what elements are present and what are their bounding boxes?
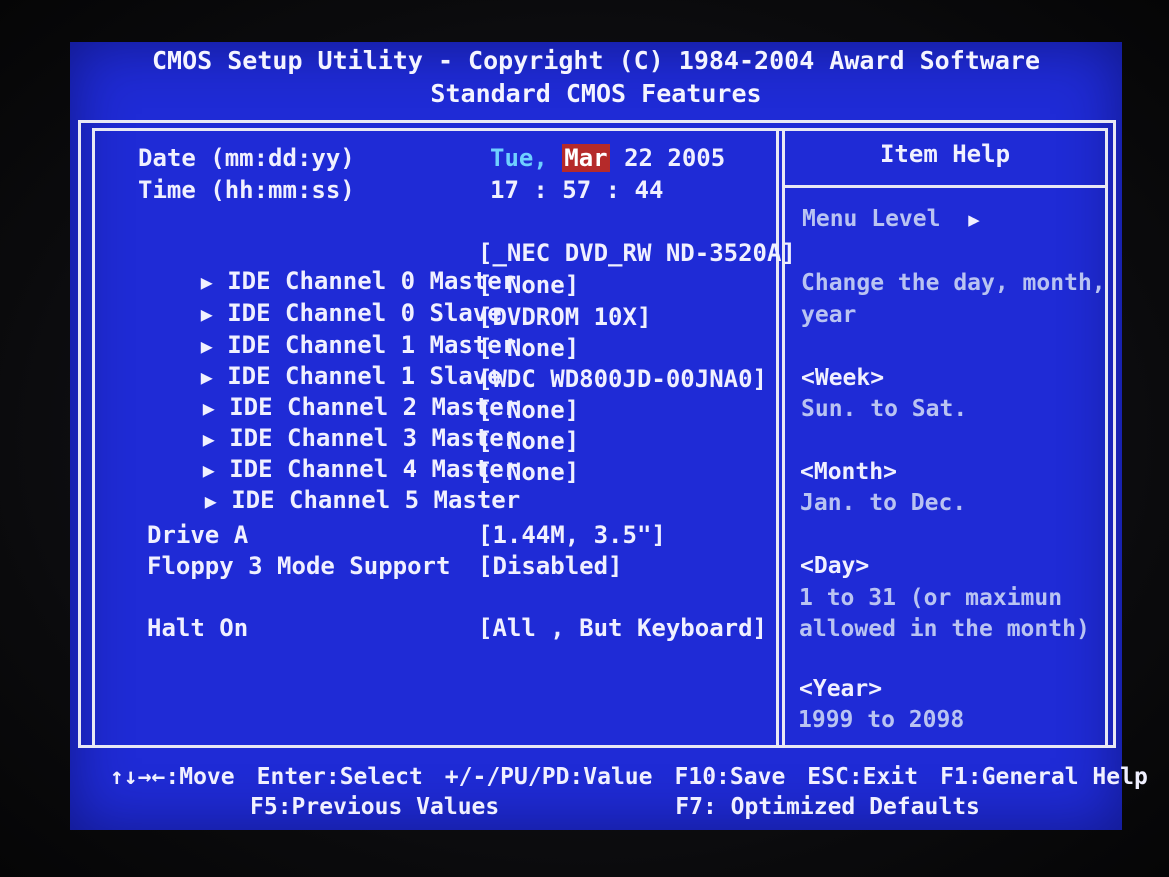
ide-channel-3-master-value[interactable]: [ None] (478, 396, 579, 424)
utility-title: CMOS Setup Utility - Copyright (C) 1984-… (151, 46, 1041, 75)
floppy-3-mode-value[interactable]: [Disabled] (478, 552, 623, 580)
halt-on-label: Halt On (147, 614, 249, 642)
footer-save-hint: F10:Save (674, 764, 786, 790)
date-month-field[interactable]: Mar (562, 144, 610, 172)
date-label: Date (mm:dd:yy) (138, 144, 355, 172)
footer-keys-row-1: ↑↓→←:Move Enter:Select +/-/PU/PD:Value F10:… (110, 764, 1148, 790)
help-day-text: allowed in the month) (799, 616, 1090, 642)
help-week-key: <Week> (801, 365, 885, 391)
ide-channel-0-slave-value[interactable]: [ None] (478, 271, 579, 299)
help-panel-divider (776, 128, 779, 748)
menu-level-label: Menu Level (802, 206, 941, 232)
menu-level-arrow-icon: ▶ (968, 209, 980, 231)
help-header-rule (782, 185, 1108, 188)
help-text-line: Change the day, month, (801, 270, 1106, 296)
ide-channel-2-master-value[interactable]: [WDC WD800JD-00JNA0] (478, 365, 767, 393)
item-help-title: Item Help (879, 140, 1011, 168)
date-day-year[interactable]: 22 2005 (624, 144, 725, 172)
drive-a-label: Drive A (147, 521, 249, 549)
footer-optimized-hint: F7: Optimized Defaults (675, 794, 980, 820)
footer-value-hint: +/-/PU/PD:Value (444, 764, 653, 790)
help-year-text: 1999 to 2098 (798, 707, 965, 733)
date-day-of-week: Tue, (490, 144, 548, 172)
ide-channel-4-master-value[interactable]: [ None] (478, 427, 579, 455)
page-title: Standard CMOS Features (430, 79, 762, 108)
submenu-arrow-icon: ▶ (204, 489, 217, 513)
footer-move-hint: ↑↓→←:Move (110, 764, 235, 790)
ide-channel-5-master-value[interactable]: [ None] (478, 458, 579, 486)
halt-on-value[interactable]: [All , But Keyboard] (478, 614, 767, 642)
menu-level-line: Menu Level ▶ (802, 206, 980, 232)
help-day-key: <Day> (800, 553, 870, 579)
ide-channel-label: IDE Channel 5 Master (231, 486, 521, 514)
time-field[interactable]: 17 : 57 : 44 (490, 176, 663, 204)
footer-previous-hint: F5:Previous Values (250, 794, 500, 820)
ide-channel-0-master-value[interactable]: [_NEC DVD_RW ND-3520A] (478, 239, 796, 267)
footer-exit-hint: ESC:Exit (807, 764, 919, 790)
footer-help-hint: F1:General Help (940, 764, 1148, 790)
ide-channel-1-slave-value[interactable]: [ None] (478, 334, 579, 362)
bios-screen: CMOS Setup Utility - Copyright (C) 1984-… (70, 42, 1148, 830)
ide-channel-1-master-value[interactable]: [DVDROM 10X] (478, 303, 651, 331)
help-day-text: 1 to 31 (or maximun (799, 585, 1063, 611)
drive-a-value[interactable]: [1.44M, 3.5"] (478, 521, 666, 549)
floppy-3-mode-label: Floppy 3 Mode Support (147, 552, 451, 580)
help-month-key: <Month> (800, 459, 897, 485)
footer-keys-row-2: F5:Previous Values F7: Optimized Defaults (250, 794, 980, 820)
help-week-text: Sun. to Sat. (801, 396, 968, 422)
time-label: Time (hh:mm:ss) (138, 176, 355, 204)
footer-select-hint: Enter:Select (256, 764, 423, 790)
help-year-key: <Year> (799, 676, 883, 702)
help-panel-divider-inner (782, 128, 785, 748)
date-field[interactable]: Tue, Mar 22 2005 (490, 144, 725, 172)
help-text-line: year (801, 302, 857, 328)
help-month-text: Jan. to Dec. (800, 490, 967, 516)
